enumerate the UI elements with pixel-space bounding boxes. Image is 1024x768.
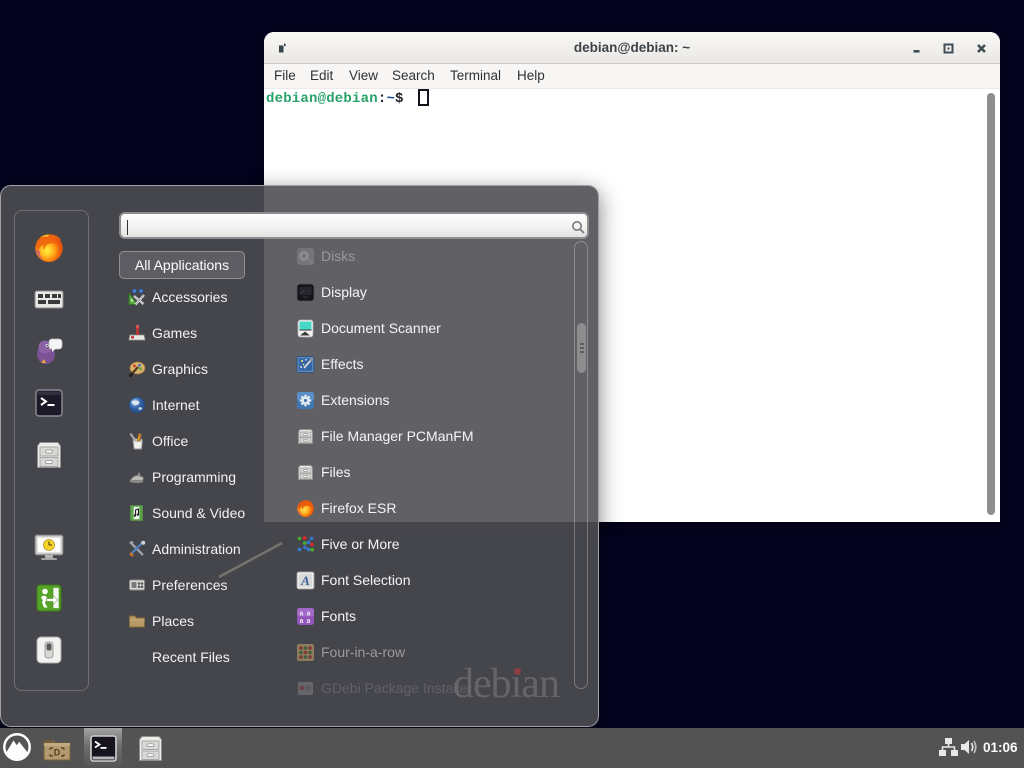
svg-text:A: A (300, 573, 310, 588)
svg-text:a: a (307, 618, 311, 625)
svg-text:a: a (300, 618, 304, 625)
svg-text:D: D (54, 748, 61, 758)
svg-text:a: a (307, 610, 311, 617)
svg-text:a: a (300, 610, 304, 617)
